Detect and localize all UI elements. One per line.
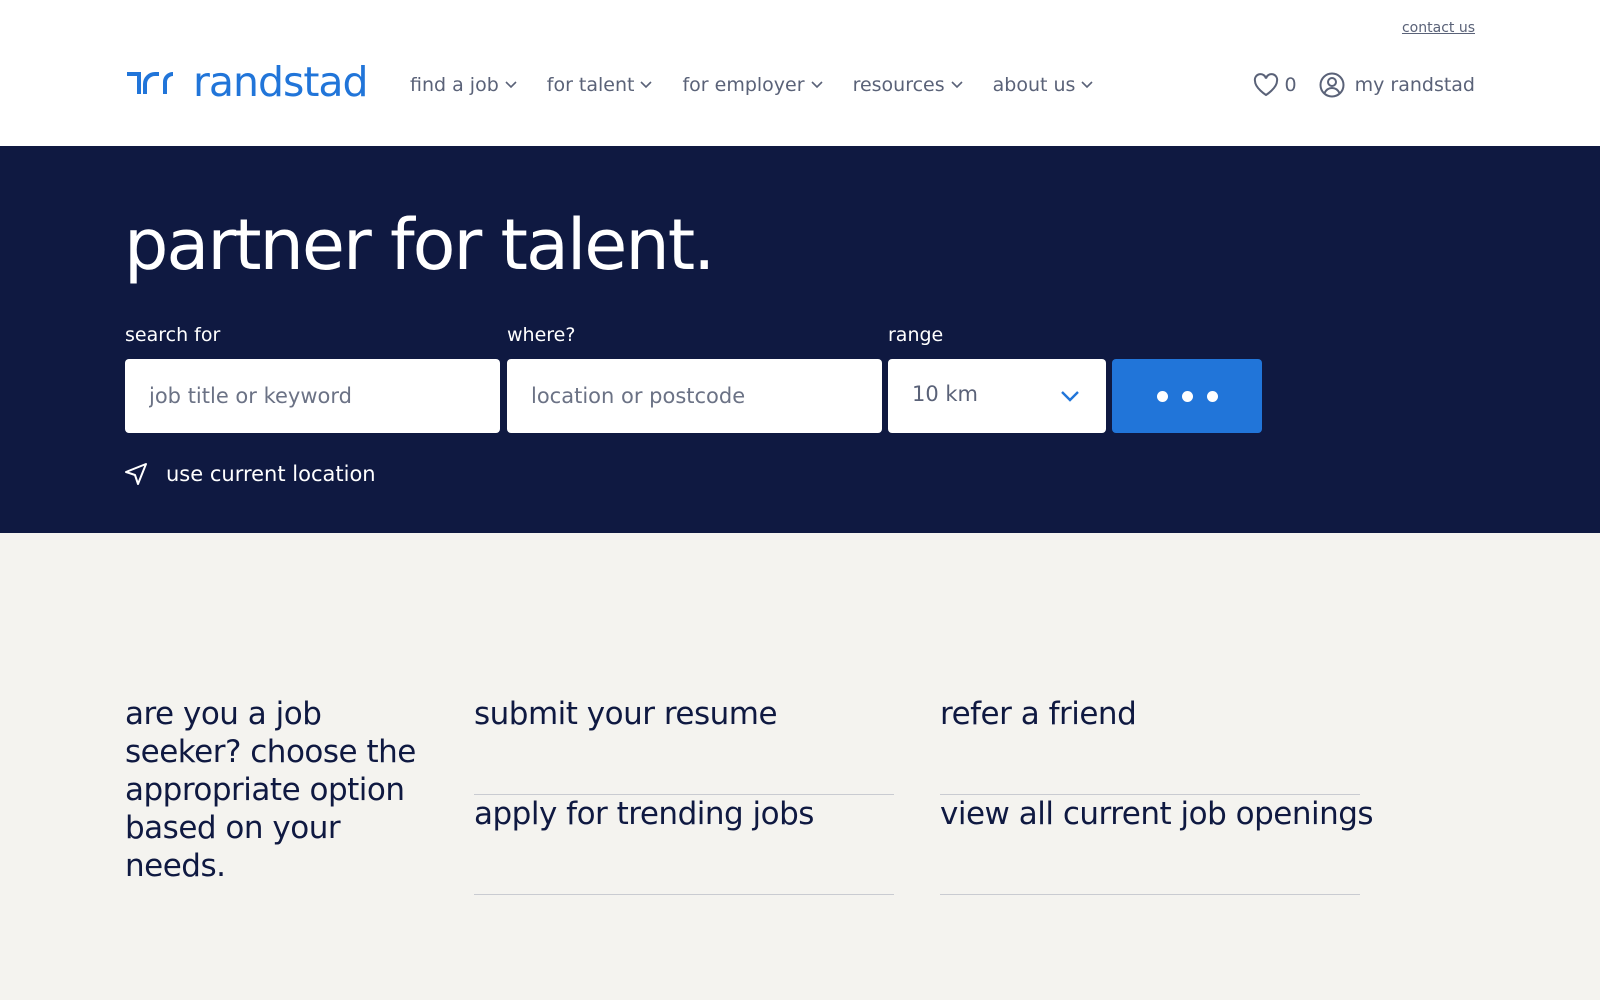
logo-text: randstad [193, 58, 369, 106]
keyword-input[interactable] [125, 359, 500, 433]
range-label: range [888, 324, 944, 346]
site-header: contact us randstad find a job for talen… [0, 0, 1600, 146]
job-seeker-intro: are you a job seeker? choose the appropr… [125, 696, 416, 884]
hero-search: partner for talent. search for where? ra… [0, 146, 1600, 533]
apply-trending-jobs-link[interactable]: apply for trending jobs [474, 795, 894, 895]
nav-for-employer[interactable]: for employer [682, 74, 823, 96]
favorites-button[interactable]: 0 [1253, 73, 1297, 97]
contact-us-link[interactable]: contact us [1402, 20, 1475, 36]
my-randstad-label: my randstad [1354, 74, 1475, 96]
location-field [507, 359, 882, 433]
nav-about-us[interactable]: about us [993, 74, 1094, 96]
loading-dot-icon [1156, 390, 1168, 402]
chevron-down-icon [505, 81, 517, 89]
location-input[interactable] [507, 359, 882, 433]
heart-icon [1253, 73, 1278, 97]
location-arrow-icon [125, 463, 147, 485]
chevron-down-icon [640, 81, 653, 89]
view-job-openings-link[interactable]: view all current job openings [940, 795, 1374, 895]
range-value: 10 km [912, 382, 979, 406]
favorites-count: 0 [1284, 74, 1297, 96]
submit-resume-link[interactable]: submit your resume [474, 695, 894, 795]
nav-resources[interactable]: resources [853, 74, 963, 96]
loading-dot-icon [1206, 390, 1218, 402]
use-current-location-label: use current location [166, 462, 376, 486]
nav-for-talent[interactable]: for talent [547, 74, 653, 96]
randstad-logo-mark-icon [127, 72, 174, 94]
where-label: where? [507, 324, 576, 346]
use-current-location-button[interactable]: use current location [124, 462, 376, 486]
nav-label: resources [852, 74, 945, 96]
option-label: submit your resume [474, 696, 778, 732]
chevron-down-icon [1081, 81, 1094, 89]
header-actions: 0 my randstad [1253, 70, 1475, 100]
keyword-field [125, 359, 500, 433]
option-label: apply for trending jobs [474, 796, 814, 832]
nav-label: find a job [410, 74, 499, 96]
search-button[interactable] [1112, 359, 1262, 433]
loading-dot-icon [1181, 390, 1193, 402]
option-label: refer a friend [940, 696, 1137, 732]
randstad-logo[interactable]: randstad [125, 58, 369, 106]
refer-a-friend-link[interactable]: refer a friend [940, 695, 1360, 795]
range-select[interactable]: 10 km [888, 359, 1106, 433]
chevron-down-icon [1061, 391, 1079, 402]
chevron-down-icon [951, 81, 963, 89]
option-label: view all current job openings [940, 796, 1374, 832]
user-circle-icon [1319, 72, 1345, 98]
page-title: partner for talent. [124, 204, 715, 286]
search-for-label: search for [125, 324, 221, 346]
nav-label: for talent [546, 74, 635, 96]
my-randstad-button[interactable]: my randstad [1319, 72, 1475, 98]
chevron-down-icon [810, 81, 823, 89]
nav-label: for employer [682, 74, 805, 96]
nav-find-a-job[interactable]: find a job [410, 74, 517, 96]
main-nav: find a job for talent for employer resou… [410, 70, 1094, 100]
nav-label: about us [992, 74, 1076, 96]
